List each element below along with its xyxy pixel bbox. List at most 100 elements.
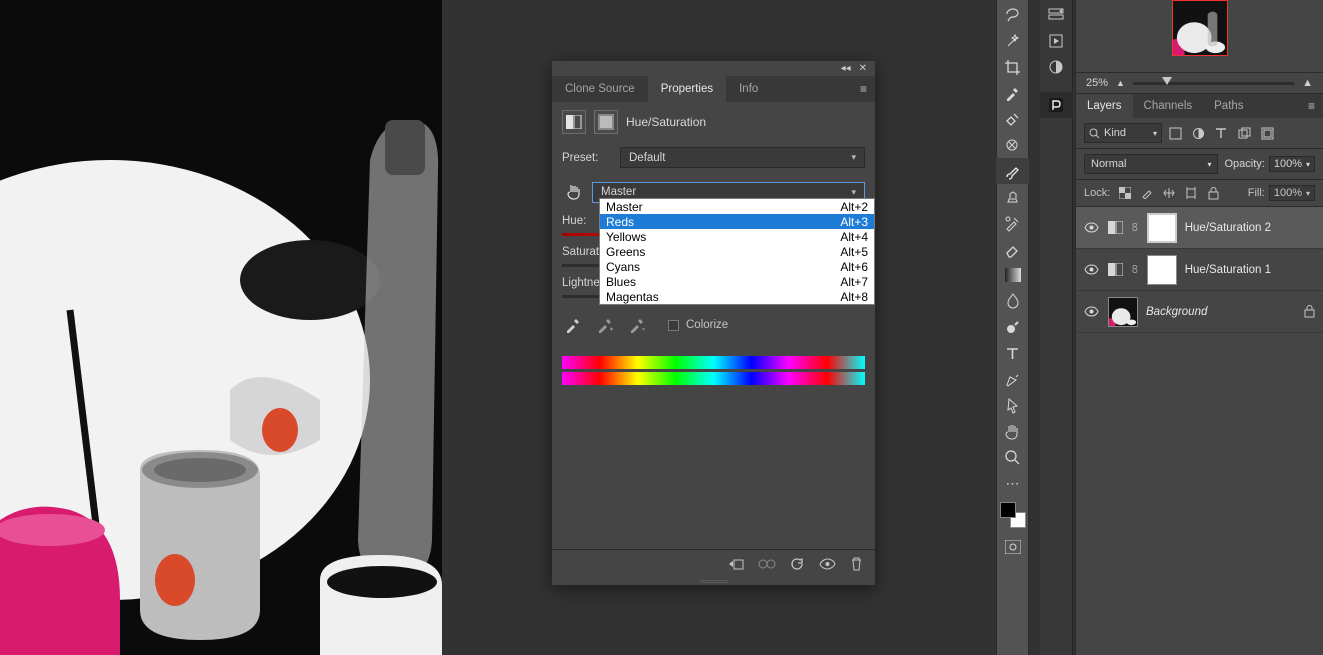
patch-tool-icon[interactable]	[996, 132, 1029, 158]
layer-name[interactable]: Hue/Saturation 1	[1185, 264, 1315, 276]
lock-pixels-icon[interactable]	[1140, 187, 1154, 200]
filter-shape-icon[interactable]	[1237, 127, 1251, 140]
lock-position-icon[interactable]	[1162, 187, 1176, 200]
reset-icon[interactable]	[790, 557, 805, 571]
zoom-slider[interactable]	[1133, 82, 1294, 85]
channel-option-blues[interactable]: BluesAlt+7	[600, 274, 874, 289]
hand-tool-icon[interactable]	[996, 418, 1029, 444]
color-spectrum[interactable]	[562, 356, 865, 369]
layer-mask-thumb[interactable]	[1147, 213, 1177, 243]
filter-kind-select[interactable]: Kind ▾	[1084, 123, 1162, 143]
brush-tool-icon[interactable]	[996, 158, 1029, 184]
toggle-visibility-icon[interactable]	[819, 558, 836, 570]
panel-menu-icon[interactable]: ≡	[860, 82, 867, 96]
close-panel-icon[interactable]: ✕	[859, 63, 867, 74]
spot-heal-tool-icon[interactable]	[996, 106, 1029, 132]
blur-tool-icon[interactable]	[996, 288, 1029, 314]
navigator-thumbnail[interactable]	[1172, 0, 1228, 56]
channel-option-greens[interactable]: GreensAlt+5	[600, 244, 874, 259]
tab-channels[interactable]: Channels	[1133, 94, 1204, 118]
tab-clone-source[interactable]: Clone Source	[552, 76, 648, 102]
channel-option-yellows[interactable]: YellowsAlt+4	[600, 229, 874, 244]
gradient-tool-icon[interactable]	[996, 262, 1029, 288]
clone-stamp-tool-icon[interactable]	[996, 184, 1029, 210]
layer-item[interactable]: Background	[1076, 291, 1323, 333]
panel-menu-icon[interactable]: ≡	[1308, 99, 1315, 113]
filter-kind-label: Kind	[1104, 127, 1126, 139]
layer-mask-thumb[interactable]	[1147, 255, 1177, 285]
preset-select[interactable]: Default ▾	[620, 147, 865, 168]
link-mask-icon[interactable]: 𝟾	[1131, 220, 1139, 235]
colorize-checkbox[interactable]: Colorize	[668, 319, 728, 331]
preset-label: Preset:	[562, 152, 614, 164]
slider-thumb[interactable]	[1162, 77, 1172, 85]
lock-row: Lock: Fill: 100%▾	[1076, 180, 1323, 207]
blend-mode-select[interactable]: Normal ▾	[1084, 154, 1218, 174]
type-tool-icon[interactable]	[996, 340, 1029, 366]
zoom-in-icon[interactable]: ▲	[1302, 77, 1313, 89]
visibility-icon[interactable]	[1084, 306, 1100, 317]
view-previous-icon[interactable]	[758, 558, 776, 570]
zoom-tool-icon[interactable]	[996, 444, 1029, 470]
history-panel-icon[interactable]	[1040, 2, 1073, 28]
zoom-out-icon[interactable]: ▲	[1116, 78, 1125, 88]
eyedropper-tool-icon[interactable]	[996, 80, 1029, 106]
eyedropper-plus-icon[interactable]	[596, 316, 614, 334]
layer-name[interactable]: Background	[1146, 306, 1296, 318]
lock-artboard-icon[interactable]	[1184, 187, 1198, 200]
link-mask-icon[interactable]: 𝟾	[1131, 262, 1139, 277]
filter-type-icon[interactable]	[1214, 127, 1228, 140]
hue-saturation-icon	[594, 110, 618, 134]
color-swatch[interactable]	[1000, 502, 1026, 528]
lock-all-icon[interactable]	[1206, 187, 1220, 200]
channel-dropdown: MasterAlt+2 RedsAlt+3 YellowsAlt+4 Green…	[599, 198, 875, 305]
panel-resize-handle[interactable]	[552, 577, 875, 585]
tab-info[interactable]: Info	[726, 76, 771, 102]
adjustments-panel-icon[interactable]	[1040, 54, 1073, 80]
opacity-label: Opacity:	[1224, 158, 1264, 170]
right-dock: 25% ▲ ▲ Layers Channels Paths ≡ Kind ▾ N…	[1075, 0, 1323, 655]
targeted-adjustment-icon[interactable]	[562, 180, 586, 204]
eyedropper-minus-icon[interactable]	[628, 316, 646, 334]
filter-pixel-icon[interactable]	[1168, 127, 1182, 140]
pen-tool-icon[interactable]	[996, 366, 1029, 392]
channel-option-cyans[interactable]: CyansAlt+6	[600, 259, 874, 274]
channel-option-magentas[interactable]: MagentasAlt+8	[600, 289, 874, 304]
lock-transparency-icon[interactable]	[1118, 187, 1132, 200]
opacity-input[interactable]: 100%▾	[1269, 156, 1315, 172]
visibility-icon[interactable]	[1084, 222, 1100, 233]
layer-item[interactable]: 𝟾 Hue/Saturation 2	[1076, 207, 1323, 249]
delete-icon[interactable]	[850, 557, 863, 571]
clip-to-layer-icon[interactable]	[728, 557, 744, 571]
channel-option-reds[interactable]: RedsAlt+3	[600, 214, 874, 229]
tab-paths[interactable]: Paths	[1203, 94, 1254, 118]
eraser-tool-icon[interactable]	[996, 236, 1029, 262]
quick-mask-icon[interactable]	[996, 534, 1029, 560]
history-brush-tool-icon[interactable]	[996, 210, 1029, 236]
adjustment-preset-icon[interactable]	[562, 110, 586, 134]
lasso-tool-icon[interactable]	[996, 2, 1029, 28]
properties-panel-icon[interactable]	[1040, 92, 1073, 118]
visibility-icon[interactable]	[1084, 264, 1100, 275]
foreground-color[interactable]	[1000, 502, 1016, 518]
zoom-value[interactable]: 25%	[1086, 77, 1108, 89]
filter-adjustment-icon[interactable]	[1191, 127, 1205, 140]
layer-item[interactable]: 𝟾 Hue/Saturation 1	[1076, 249, 1323, 291]
dodge-tool-icon[interactable]	[996, 314, 1029, 340]
layer-thumb[interactable]	[1108, 297, 1138, 327]
tab-properties[interactable]: Properties	[648, 76, 726, 102]
filter-smart-icon[interactable]	[1260, 127, 1274, 140]
path-select-tool-icon[interactable]	[996, 392, 1029, 418]
fill-input[interactable]: 100%▾	[1269, 185, 1315, 201]
crop-tool-icon[interactable]	[996, 54, 1029, 80]
eyedropper-icon[interactable]	[564, 316, 582, 334]
actions-panel-icon[interactable]	[1040, 28, 1073, 54]
magic-wand-tool-icon[interactable]	[996, 28, 1029, 54]
collapse-panel-icon[interactable]: ◂◂	[841, 63, 851, 74]
document-canvas[interactable]	[0, 0, 442, 655]
edit-toolbar-icon[interactable]: ⋯	[996, 470, 1029, 496]
tab-layers[interactable]: Layers	[1076, 94, 1133, 118]
lock-icon	[1304, 305, 1315, 318]
channel-option-master[interactable]: MasterAlt+2	[600, 199, 874, 214]
layer-name[interactable]: Hue/Saturation 2	[1185, 222, 1315, 234]
